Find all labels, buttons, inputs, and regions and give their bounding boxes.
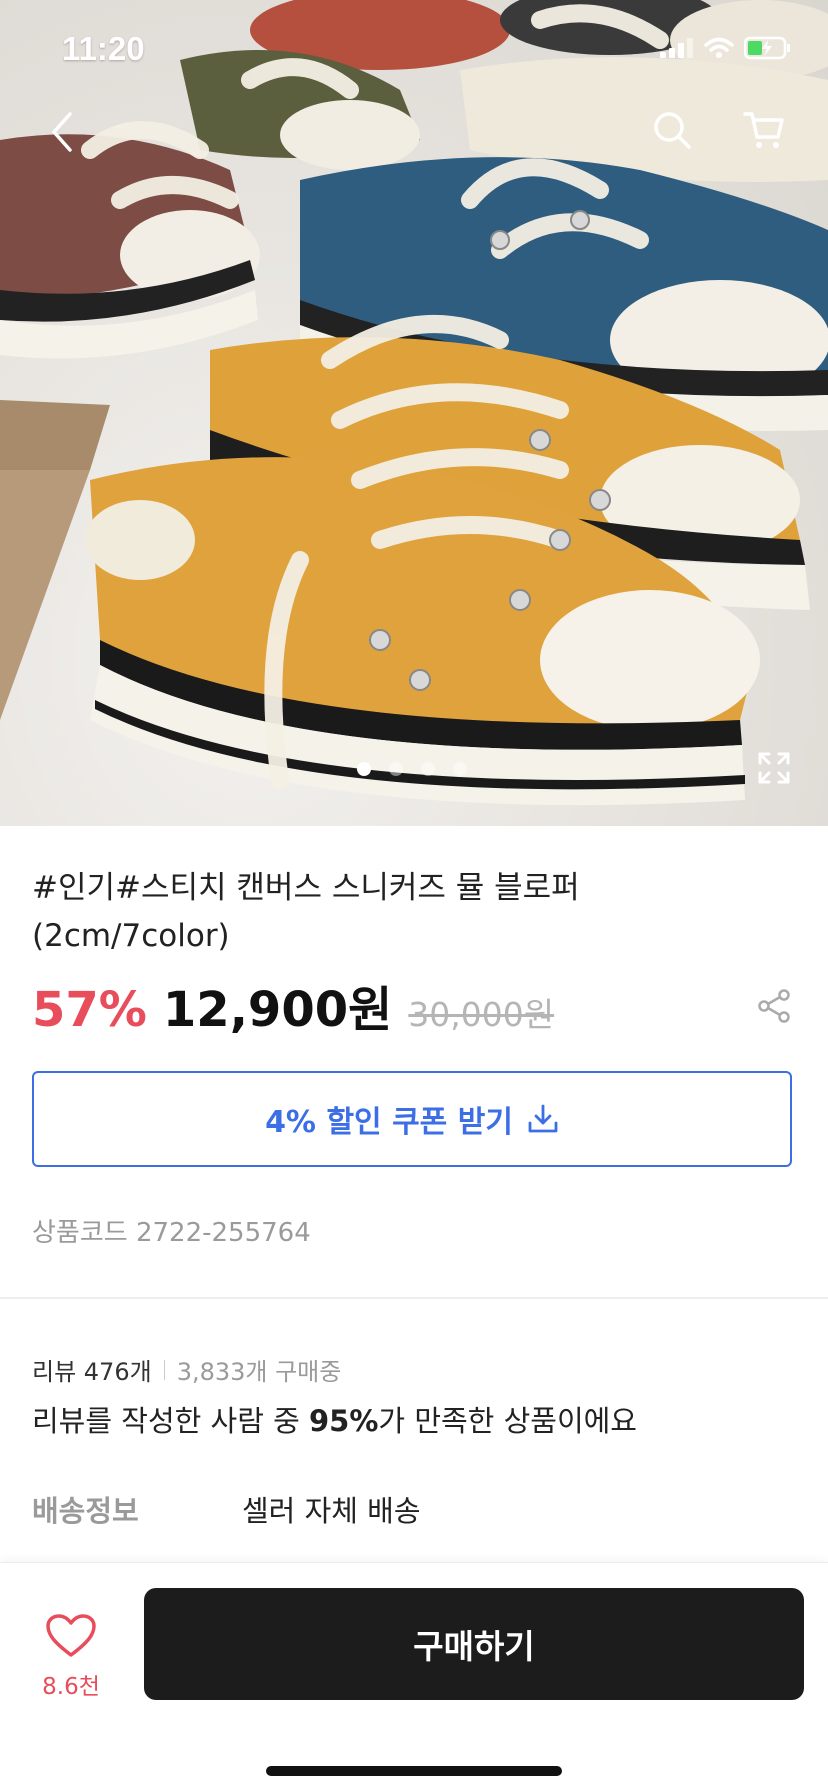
- heart-icon: [46, 1614, 96, 1657]
- satisfaction-suffix: 가 만족한 상품이에요: [378, 1404, 637, 1438]
- price-row: 57% 12,900원 30,000원: [32, 970, 554, 1040]
- cart-button[interactable]: [732, 98, 796, 162]
- status-icons: [660, 36, 792, 60]
- product-image-gallery[interactable]: 11:20: [0, 0, 828, 826]
- download-icon: [528, 1104, 558, 1133]
- bottom-action-bar: 8.6천 구매하기: [0, 1562, 828, 1792]
- search-button[interactable]: [640, 98, 704, 162]
- back-button[interactable]: [30, 100, 94, 164]
- cart-icon: [743, 112, 784, 148]
- shipping-value: 셀러 자체 배송: [242, 1494, 421, 1528]
- chevron-left-icon: [52, 112, 72, 152]
- product-code: 상품코드 2722-255764: [32, 1218, 311, 1248]
- status-time: 11:20: [62, 30, 145, 67]
- buy-button[interactable]: 구매하기: [144, 1588, 804, 1700]
- coupon-label: 4% 할인 쿠폰 받기: [265, 1105, 513, 1140]
- product-title: #인기#스티치 캔버스 스니커즈 뮬 블로퍼(2cm/7color): [32, 870, 580, 954]
- satisfaction-value: 95%: [309, 1404, 379, 1438]
- like-count: 8.6천: [42, 1674, 100, 1700]
- pagination-dot[interactable]: [389, 762, 403, 776]
- review-summary[interactable]: 리뷰 476개 3,833개 구매중: [32, 1352, 341, 1387]
- pagination-dot[interactable]: [453, 762, 467, 776]
- section-divider: [0, 1297, 828, 1299]
- discount-rate: 57%: [32, 982, 147, 1038]
- signal-icon: [660, 38, 693, 58]
- battery-icon: [744, 36, 790, 60]
- share-icon: [758, 989, 790, 1023]
- gallery-pagination: [357, 762, 467, 776]
- review-count[interactable]: 리뷰 476개: [32, 1352, 152, 1387]
- satisfaction-prefix: 리뷰를 작성한 사람 중: [32, 1404, 309, 1438]
- wifi-icon: [704, 37, 734, 58]
- like-button[interactable]: 8.6천: [30, 1613, 112, 1713]
- pagination-dot[interactable]: [357, 762, 371, 776]
- satisfaction-text: 리뷰를 작성한 사람 중 95%가 만족한 상품이에요: [32, 1398, 637, 1440]
- pagination-dot[interactable]: [421, 762, 435, 776]
- product-detail-page: 11:20 #인기#스티치 캔버스 스니커즈 뮬 블로퍼(2cm/7color)…: [0, 0, 828, 1792]
- fullscreen-button[interactable]: [748, 742, 800, 794]
- separator: [163, 1359, 165, 1380]
- search-icon: [654, 112, 691, 149]
- share-button[interactable]: [756, 988, 792, 1024]
- original-price: 30,000원: [408, 995, 555, 1034]
- sale-price: 12,900원: [162, 982, 393, 1038]
- coupon-download-button[interactable]: 4% 할인 쿠폰 받기: [32, 1071, 792, 1167]
- expand-icon: [758, 752, 790, 784]
- shipping-label: 배송정보: [32, 1494, 139, 1528]
- home-indicator: [266, 1766, 562, 1776]
- buyer-count: 3,833개 구매중: [176, 1358, 342, 1386]
